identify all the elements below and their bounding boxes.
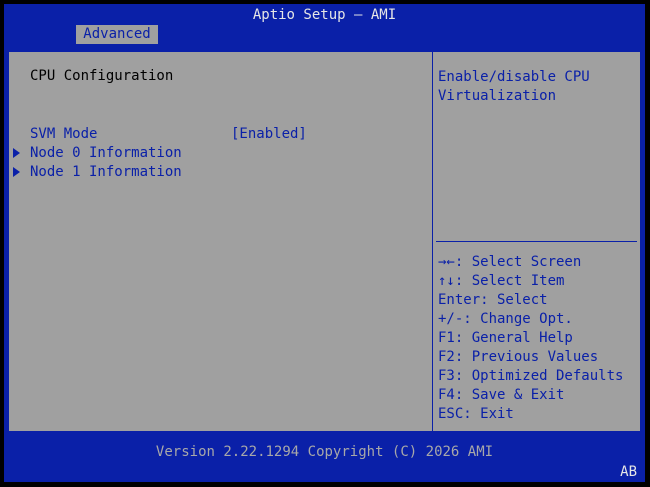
- title-bar: Aptio Setup – AMI Advanced: [4, 4, 645, 44]
- submenu-arrow-icon: [13, 167, 20, 177]
- key-hint: Enter: Select: [438, 292, 548, 308]
- node-0-label: Node 0 Information: [30, 145, 182, 161]
- bios-window: Aptio Setup – AMI Advanced CPU Configura…: [4, 4, 645, 482]
- submenu-arrow-icon: [13, 148, 20, 158]
- node-1-label: Node 1 Information: [30, 164, 182, 180]
- version-text: Version 2.22.1294 Copyright (C) 2026 AMI: [155, 444, 494, 460]
- corner-label: AB: [620, 464, 637, 480]
- key-hint: ESC: Exit: [438, 406, 514, 422]
- svm-mode-label: SVM Mode: [30, 126, 98, 142]
- help-description: Enable/disable CPU Virtualization: [438, 69, 590, 104]
- help-divider: [436, 241, 637, 242]
- key-hint: F4: Save & Exit: [438, 387, 565, 403]
- key-hint: F1: General Help: [438, 330, 573, 346]
- app-title: Aptio Setup – AMI: [252, 7, 397, 23]
- svm-mode-value[interactable]: [Enabled]: [231, 126, 307, 142]
- main-panel: CPU Configuration SVM Mode [Enabled] Nod…: [8, 51, 641, 432]
- status-bar: Version 2.22.1294 Copyright (C) 2026 AMI…: [4, 438, 645, 482]
- key-legend: →←: Select Screen ↑↓: Select Item Enter:…: [438, 253, 623, 424]
- key-hint: ↑↓: Select Item: [438, 273, 565, 289]
- settings-pane: CPU Configuration SVM Mode [Enabled] Nod…: [8, 51, 432, 432]
- node-0-information-link[interactable]: Node 0 Information: [9, 145, 429, 164]
- key-hint: →←: Select Screen: [438, 254, 582, 270]
- key-hint: F3: Optimized Defaults: [438, 368, 624, 384]
- help-pane: Enable/disable CPU Virtualization →←: Se…: [432, 51, 641, 432]
- key-hint: F2: Previous Values: [438, 349, 599, 365]
- svm-mode-setting[interactable]: SVM Mode [Enabled]: [9, 126, 429, 145]
- tab-advanced[interactable]: Advanced: [76, 25, 158, 44]
- node-1-information-link[interactable]: Node 1 Information: [9, 164, 429, 183]
- section-title: CPU Configuration: [30, 68, 174, 84]
- key-hint: +/-: Change Opt.: [438, 311, 573, 327]
